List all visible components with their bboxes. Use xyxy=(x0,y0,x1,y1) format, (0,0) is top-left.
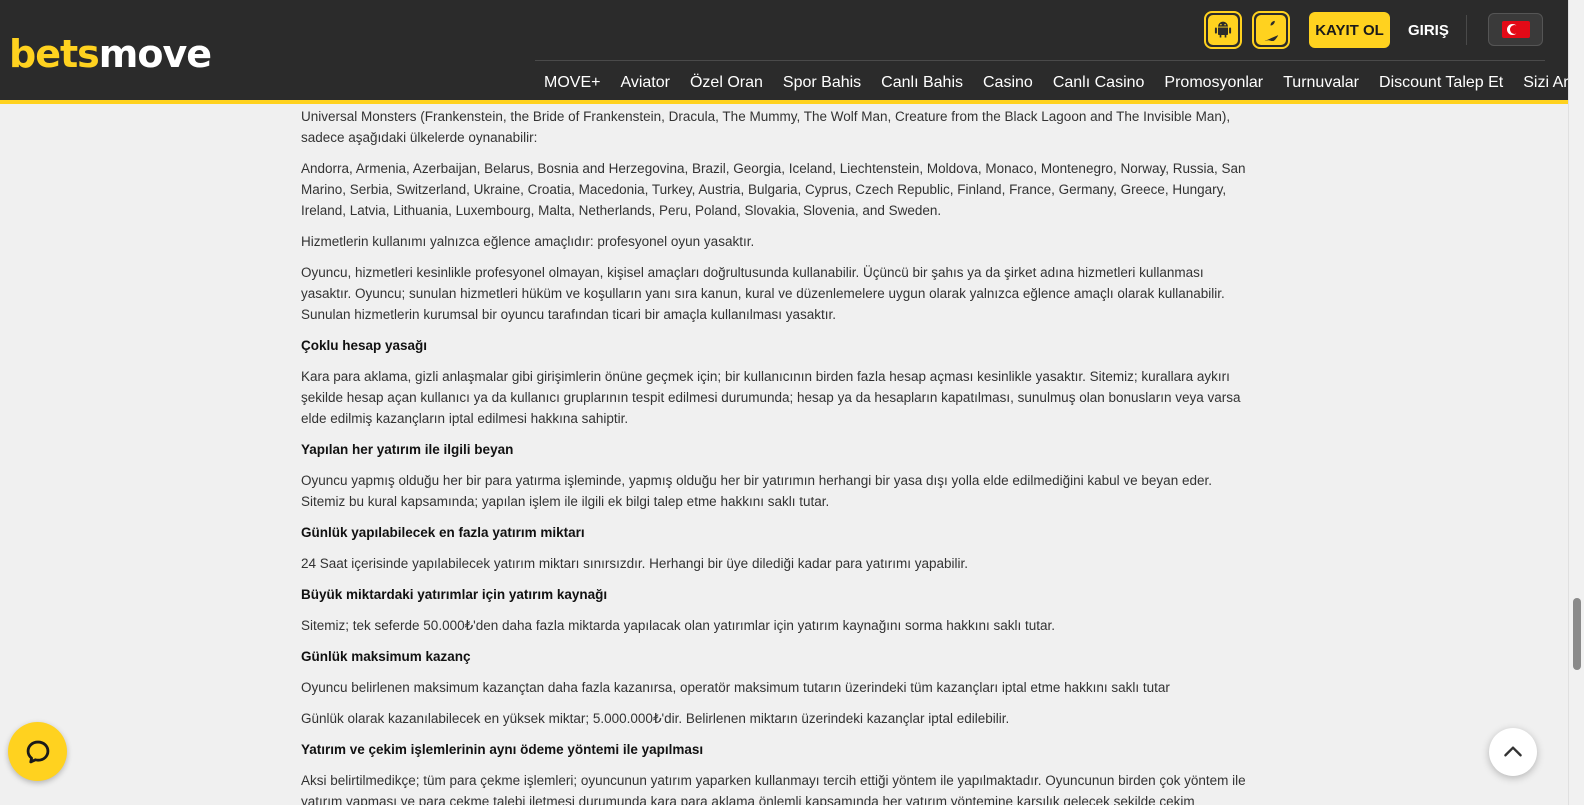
nav-item-move-plus[interactable]: MOVE+ xyxy=(544,71,600,95)
android-icon xyxy=(1214,21,1232,38)
paragraph: Günlük olarak kazanılabilecek en yüksek … xyxy=(301,711,1010,726)
nav-item-discount-talep-et[interactable]: Discount Talep Et xyxy=(1379,71,1503,95)
nav-item-canli-bahis[interactable]: Canlı Bahis xyxy=(881,71,963,95)
section-heading: Çoklu hesap yasağı xyxy=(301,338,428,353)
header-divider xyxy=(1466,15,1467,45)
paragraph: Oyuncu belirlenen maksimum kazançtan dah… xyxy=(301,680,1170,695)
header-actions: KAYIT OL GIRIŞ xyxy=(1204,11,1544,49)
login-button[interactable]: GIRIŞ xyxy=(1408,12,1449,48)
paragraph: Oyuncu yapmış olduğu her bir para yatırm… xyxy=(301,473,1212,509)
paragraph: Kara para aklama, gizli anlaşmalar gibi … xyxy=(301,369,1241,426)
site-logo[interactable]: betsmove xyxy=(9,32,212,76)
nav-item-promosyonlar[interactable]: Promosyonlar xyxy=(1164,71,1263,95)
language-selector[interactable] xyxy=(1488,13,1543,46)
logo-text-part2: move xyxy=(98,32,212,76)
live-chat-button[interactable] xyxy=(8,722,67,781)
paragraph: Sitemiz; tek seferde 50.000₺'den daha fa… xyxy=(301,618,1056,633)
apple-icon xyxy=(1264,20,1279,41)
ios-app-button[interactable] xyxy=(1252,11,1290,49)
section-heading: Günlük maksimum kazanç xyxy=(301,649,471,664)
nav-item-canli-casino[interactable]: Canlı Casino xyxy=(1053,71,1145,95)
nav-item-spor-bahis[interactable]: Spor Bahis xyxy=(783,71,861,95)
main-nav: MOVE+ Aviator Özel Oran Spor Bahis Canlı… xyxy=(544,71,1584,95)
nav-item-ozel-oran[interactable]: Özel Oran xyxy=(690,71,763,95)
paragraph: Andorra, Armenia, Azerbaijan, Belarus, B… xyxy=(301,161,1246,218)
section-heading: Günlük yapılabilecek en fazla yatırım mi… xyxy=(301,525,585,540)
paragraph: Universal Monsters (Frankenstein, the Br… xyxy=(301,109,1231,145)
site-header: betsmove KAYIT OL GIRIŞ MOVE+ Aviator Öz… xyxy=(0,0,1584,104)
paragraph: Hizmetlerin kullanımı yalnızca eğlence a… xyxy=(301,234,755,249)
nav-separator xyxy=(535,60,1545,61)
section-heading: Büyük miktardaki yatırımlar için yatırım… xyxy=(301,587,608,602)
logo-text-part1: bets xyxy=(9,32,100,76)
paragraph: Oyuncu, hizmetleri kesinlikle profesyone… xyxy=(301,265,1225,322)
paragraph: Aksi belirtilmedikçe; tüm para çekme işl… xyxy=(301,773,1246,805)
page-scrollbar[interactable] xyxy=(1568,0,1584,805)
turkey-flag-icon xyxy=(1501,21,1530,38)
paragraph: 24 Saat içerisinde yapılabilecek yatırım… xyxy=(301,556,969,571)
section-heading: Yapılan her yatırım ile ilgili beyan xyxy=(301,442,514,457)
nav-item-aviator[interactable]: Aviator xyxy=(620,71,670,95)
terms-content: Universal Monsters (Frankenstein, the Br… xyxy=(301,106,1246,805)
scrollbar-thumb[interactable] xyxy=(1573,598,1581,670)
android-app-button[interactable] xyxy=(1204,11,1242,49)
nav-item-casino[interactable]: Casino xyxy=(983,71,1033,95)
chevron-up-icon xyxy=(1504,746,1522,757)
nav-item-turnuvalar[interactable]: Turnuvalar xyxy=(1283,71,1359,95)
section-heading: Yatırım ve çekim işlemlerinin aynı ödeme… xyxy=(301,742,704,757)
register-button[interactable]: KAYIT OL xyxy=(1309,12,1390,48)
scroll-to-top-button[interactable] xyxy=(1489,728,1537,776)
chat-icon xyxy=(26,740,49,763)
